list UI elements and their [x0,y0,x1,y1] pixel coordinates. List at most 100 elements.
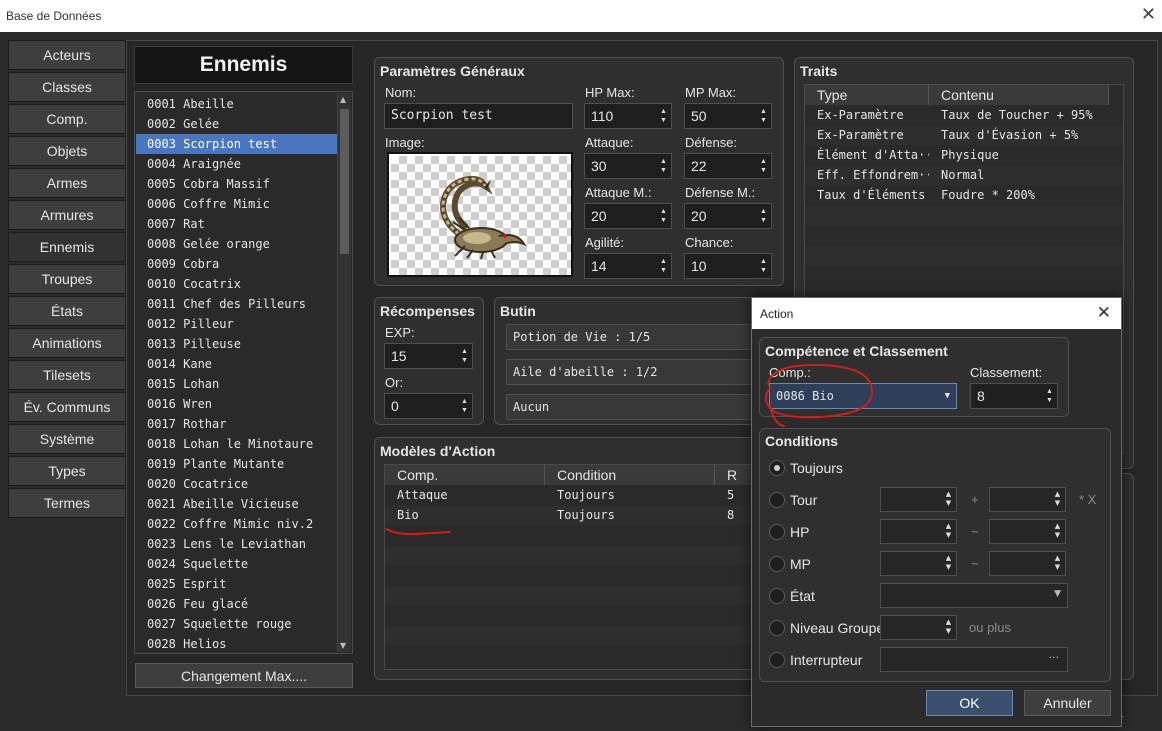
radio-turn[interactable] [769,492,785,508]
spinner-icon[interactable]: ▲ ▼ [659,257,668,275]
def-field[interactable]: 22 ▲ ▼ [684,153,772,179]
list-item[interactable]: 0007 Rat [136,214,337,234]
spinner-icon[interactable]: ▲ ▼ [759,257,768,275]
list-item[interactable]: 0004 Araignée [136,154,337,174]
table-row[interactable]: Bio Toujours 8 [385,505,773,525]
list-item[interactable]: 0021 Abeille Vicieuse [136,494,337,514]
table-row[interactable] [385,585,773,605]
list-item[interactable]: 0028 Helios [136,634,337,654]
list-item[interactable]: 0020 Cocatrice [136,474,337,494]
exp-field[interactable]: 15 ▲ ▼ [384,343,473,369]
close-icon[interactable]: ✕ [1141,4,1156,25]
scrollbar-thumb[interactable] [340,109,349,254]
table-row[interactable] [385,565,773,585]
skill-dropdown[interactable]: 0086 Bio ▼ [769,383,957,409]
table-row[interactable]: Taux d'Éléments Foudre * 200% [805,185,1123,205]
list-item[interactable]: 0023 Lens le Leviathan [136,534,337,554]
sidebar-item-comp[interactable]: Comp. [8,104,126,134]
luk-field[interactable]: 10 ▲ ▼ [684,253,772,279]
ellipsis-icon[interactable]: ··· [1049,651,1060,664]
spinner-icon[interactable]: ▲ ▼ [1045,387,1054,405]
spinner-icon[interactable]: ▲ ▼ [759,207,768,225]
sidebar-item-termes[interactable]: Termes [8,488,126,518]
list-item[interactable]: 0005 Cobra Massif [136,174,337,194]
list-scrollbar[interactable]: ▲ ▼ [337,93,351,652]
matk-field[interactable]: 20 ▲ ▼ [584,203,672,229]
spinner-icon[interactable]: ▲ ▼ [659,107,668,125]
list-item[interactable]: 0017 Rothar [136,414,337,434]
list-item[interactable]: 0010 Cocatrix [136,274,337,294]
spinner-icon[interactable]: ▲ ▼ [944,490,953,508]
atk-field[interactable]: 30 ▲ ▼ [584,153,672,179]
list-item[interactable]: 0018 Lohan le Minotaure [136,434,337,454]
scroll-up-icon[interactable]: ▲ [340,95,346,104]
sidebar-item-tilesets[interactable]: Tilesets [8,360,126,390]
close-icon[interactable]: ✕ [1097,303,1111,323]
col-header-skill[interactable]: Comp. [385,465,545,485]
radio-always[interactable] [769,460,785,476]
sidebar-item-systeme[interactable]: Système [8,424,126,454]
spinner-icon[interactable]: ▲ ▼ [460,347,469,365]
hp-max-field[interactable]: ▲ ▼ [989,519,1066,544]
sidebar-item-armures[interactable]: Armures [8,200,126,230]
list-item[interactable]: 0015 Lohan [136,374,337,394]
mp-max-field[interactable]: ▲ ▼ [989,551,1066,576]
radio-mp[interactable] [769,556,785,572]
list-item[interactable]: 0001 Abeille [136,94,337,114]
table-row[interactable] [805,265,1123,285]
mp-min-field[interactable]: ▲ ▼ [880,551,957,576]
switch-selector[interactable]: ··· [880,647,1068,672]
table-row[interactable] [385,605,773,625]
sidebar-item-types[interactable]: Types [8,456,126,486]
radio-state[interactable] [769,588,785,604]
party-level-field[interactable]: ▲ ▼ [880,615,957,640]
table-row[interactable] [385,545,773,565]
table-row[interactable] [805,225,1123,245]
spinner-icon[interactable]: ▲ ▼ [944,618,953,636]
scroll-down-icon[interactable]: ▼ [340,641,346,650]
col-header-type[interactable]: Type [805,85,929,105]
drop-item-3[interactable]: Aucun [506,394,776,420]
table-row[interactable] [805,205,1123,225]
hp-field[interactable]: 110 ▲ ▼ [584,103,672,129]
sidebar-item-acteurs[interactable]: Acteurs [8,40,126,70]
spinner-icon[interactable]: ▲ ▼ [759,157,768,175]
col-header-content[interactable]: Contenu [929,85,1109,105]
sidebar-item-etats[interactable]: États [8,296,126,326]
spinner-icon[interactable]: ▲ ▼ [1053,554,1062,572]
action-table[interactable]: Comp. Condition R Attaque Toujours 5 Bio… [384,464,774,670]
table-row[interactable]: Élément d'Atta··· Physique [805,145,1123,165]
list-item[interactable]: 0011 Chef des Pilleurs [136,294,337,314]
enemy-image[interactable] [387,152,573,277]
sidebar-item-ennemis[interactable]: Ennemis [8,232,126,262]
sidebar-item-troupes[interactable]: Troupes [8,264,126,294]
sidebar-item-classes[interactable]: Classes [8,72,126,102]
hp-min-field[interactable]: ▲ ▼ [880,519,957,544]
list-item[interactable]: 0002 Gelée [136,114,337,134]
table-row[interactable] [385,525,773,545]
agi-field[interactable]: 14 ▲ ▼ [584,253,672,279]
table-row[interactable]: Ex-Paramètre Taux d'Évasion + 5% [805,125,1123,145]
sidebar-item-armes[interactable]: Armes [8,168,126,198]
spinner-icon[interactable]: ▲ ▼ [659,207,668,225]
sidebar-item-animations[interactable]: Animations [8,328,126,358]
col-header-condition[interactable]: Condition [545,465,715,485]
list-item-selected[interactable]: 0003 Scorpion test [136,134,337,154]
drop-item-2[interactable]: Aile d'abeille : 1/2 [506,359,776,385]
spinner-icon[interactable]: ▲ ▼ [460,397,469,415]
list-item[interactable]: 0026 Feu glacé [136,594,337,614]
turn-b-field[interactable]: ▲ ▼ [989,487,1066,512]
spinner-icon[interactable]: ▲ ▼ [659,157,668,175]
list-item[interactable]: 0009 Cobra [136,254,337,274]
sidebar-item-objets[interactable]: Objets [8,136,126,166]
table-row[interactable]: Eff. Effondrem··· Normal [805,165,1123,185]
name-field[interactable]: Scorpion test [384,103,573,129]
list-item[interactable]: 0008 Gelée orange [136,234,337,254]
cancel-button[interactable]: Annuler [1024,690,1111,716]
ok-button[interactable]: OK [926,690,1013,716]
turn-a-field[interactable]: ▲ ▼ [880,487,957,512]
list-item[interactable]: 0014 Kane [136,354,337,374]
mp-field[interactable]: 50 ▲ ▼ [684,103,772,129]
state-dropdown[interactable]: ▼ [880,583,1068,608]
list-item[interactable]: 0024 Squelette [136,554,337,574]
